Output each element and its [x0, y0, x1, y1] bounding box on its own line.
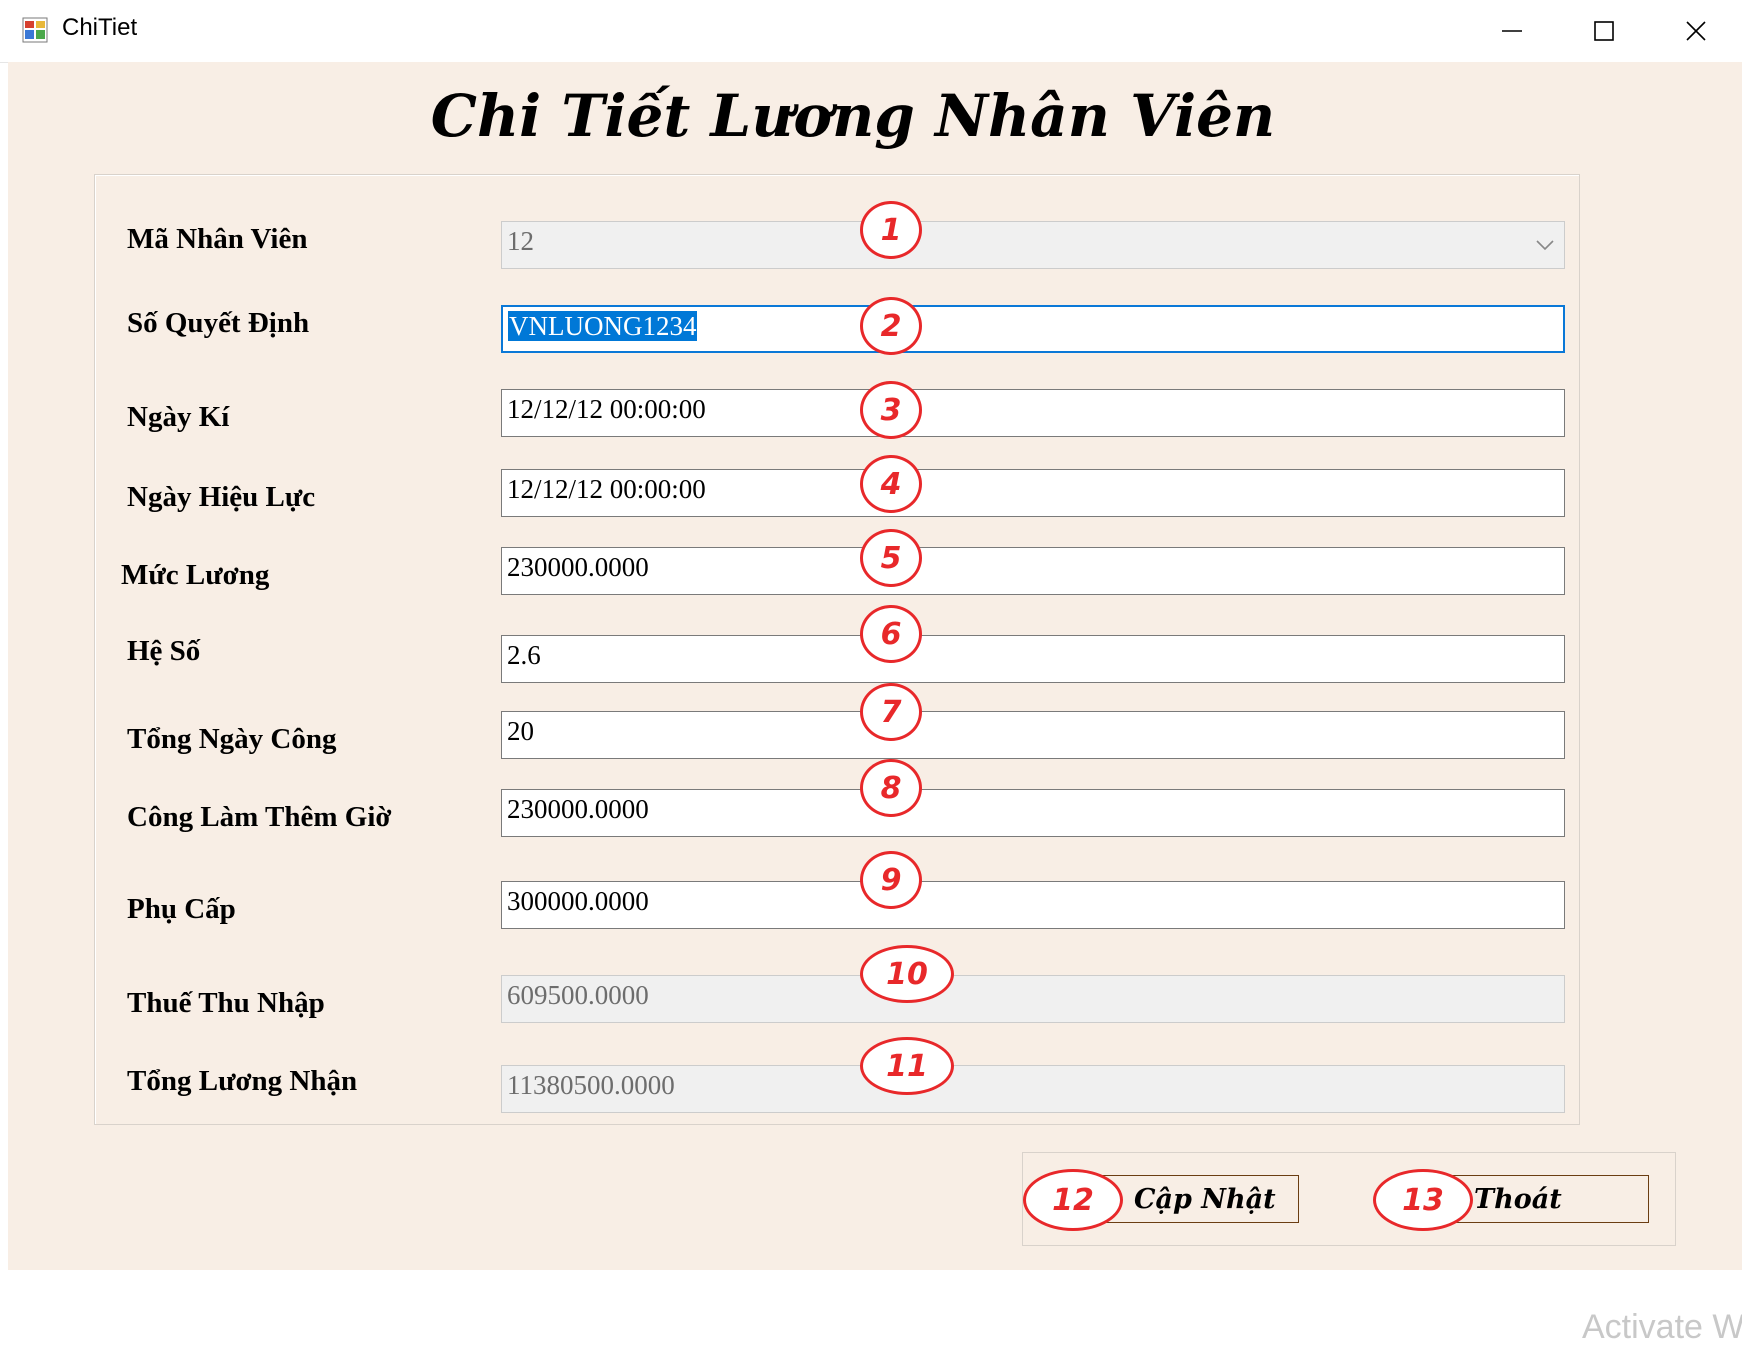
he-so-label: Hệ Số: [127, 635, 201, 667]
annotation-marker-2: 2: [860, 297, 922, 355]
minimize-icon: [1502, 30, 1522, 32]
annotation-marker-11: 11: [860, 1037, 954, 1095]
ngay-ki-input[interactable]: 12/12/12 00:00:00: [501, 389, 1565, 437]
thue-thu-nhap-readonly-field: 609500.0000: [501, 975, 1565, 1023]
annotation-marker-7: 7: [860, 683, 922, 741]
tong-ngay-cong-input[interactable]: 20: [501, 711, 1565, 759]
annotation-marker-10: 10: [860, 945, 954, 1003]
phu-cap-label: Phụ Cấp: [127, 893, 236, 925]
annotation-marker-12: 12: [1023, 1169, 1123, 1231]
muc-luong-input[interactable]: 230000.0000: [501, 547, 1565, 595]
annotation-marker-4: 4: [860, 455, 922, 513]
ngay-ki-label: Ngày Kí: [127, 401, 230, 433]
action-buttons-groupbox: Cập Nhật 12 Thoát 13: [1022, 1152, 1676, 1246]
window-title: ChiTiet: [62, 14, 138, 41]
muc-luong-value: 230000.0000: [507, 552, 649, 582]
annotation-marker-3: 3: [860, 381, 922, 439]
tong-luong-nhan-value: 11380500.0000: [507, 1070, 675, 1100]
ma-nhan-vien-value: 12: [507, 226, 534, 256]
phu-cap-input[interactable]: 300000.0000: [501, 881, 1565, 929]
ngay-hieu-luc-label: Ngày Hiệu Lực: [127, 481, 316, 513]
ma-nhan-vien-combobox[interactable]: 12: [501, 221, 1565, 269]
tong-luong-nhan-readonly-field: 11380500.0000: [501, 1065, 1565, 1113]
annotation-marker-5: 5: [860, 529, 922, 587]
ngay-hieu-luc-value: 12/12/12 00:00:00: [507, 474, 706, 504]
activate-windows-watermark: Activate W: [1582, 1308, 1742, 1346]
ngay-hieu-luc-input[interactable]: 12/12/12 00:00:00: [501, 469, 1565, 517]
exit-button[interactable]: Thoát: [1443, 1175, 1649, 1223]
maximize-icon: [1594, 21, 1614, 41]
cong-lam-them-gio-input[interactable]: 230000.0000: [501, 789, 1565, 837]
thue-thu-nhap-label: Thuế Thu Nhập: [127, 987, 325, 1019]
cong-lam-them-gio-label: Công Làm Thêm Giờ: [127, 801, 392, 833]
salary-details-groupbox: Mã Nhân Viên 12 1 Số Quyết Định VNLUONG1…: [94, 174, 1580, 1125]
so-quyet-dinh-label: Số Quyết Định: [127, 307, 310, 339]
chevron-down-icon: [1536, 240, 1554, 251]
tong-luong-nhan-label: Tổng Lương Nhận: [127, 1065, 358, 1097]
annotation-marker-1: 1: [860, 201, 922, 259]
minimize-button[interactable]: [1466, 0, 1558, 62]
annotation-marker-8: 8: [860, 759, 922, 817]
close-icon: [1686, 21, 1706, 41]
combo-dropdown-button[interactable]: [1525, 222, 1564, 268]
maximize-button[interactable]: [1558, 0, 1650, 62]
tong-ngay-cong-label: Tổng Ngày Công: [127, 723, 337, 755]
page-title: Chi Tiết Lương Nhân Viên: [430, 82, 1276, 150]
he-so-value: 2.6: [507, 640, 541, 670]
update-button-label: Cập Nhật: [1134, 1184, 1276, 1215]
annotation-marker-13: 13: [1373, 1169, 1473, 1231]
tong-ngay-cong-value: 20: [507, 716, 534, 746]
he-so-input[interactable]: 2.6: [501, 635, 1565, 683]
muc-luong-label: Mức Lương: [121, 559, 270, 591]
form-client-area: Chi Tiết Lương Nhân Viên Mã Nhân Viên 12…: [8, 62, 1742, 1346]
window-titlebar[interactable]: ChiTiet: [0, 0, 1742, 63]
annotation-marker-6: 6: [860, 605, 922, 663]
ngay-ki-value: 12/12/12 00:00:00: [507, 394, 706, 424]
thue-thu-nhap-value: 609500.0000: [507, 980, 649, 1010]
app-icon: [22, 17, 48, 43]
phu-cap-value: 300000.0000: [507, 886, 649, 916]
ma-nhan-vien-label: Mã Nhân Viên: [127, 223, 308, 255]
so-quyet-dinh-input[interactable]: VNLUONG1234: [501, 305, 1565, 353]
close-button[interactable]: [1650, 0, 1742, 62]
annotation-marker-9: 9: [860, 851, 922, 909]
update-button[interactable]: Cập Nhật: [1093, 1175, 1299, 1223]
so-quyet-dinh-value: VNLUONG1234: [508, 311, 698, 341]
cong-lam-them-gio-value: 230000.0000: [507, 794, 649, 824]
exit-button-label: Thoát: [1474, 1184, 1562, 1215]
